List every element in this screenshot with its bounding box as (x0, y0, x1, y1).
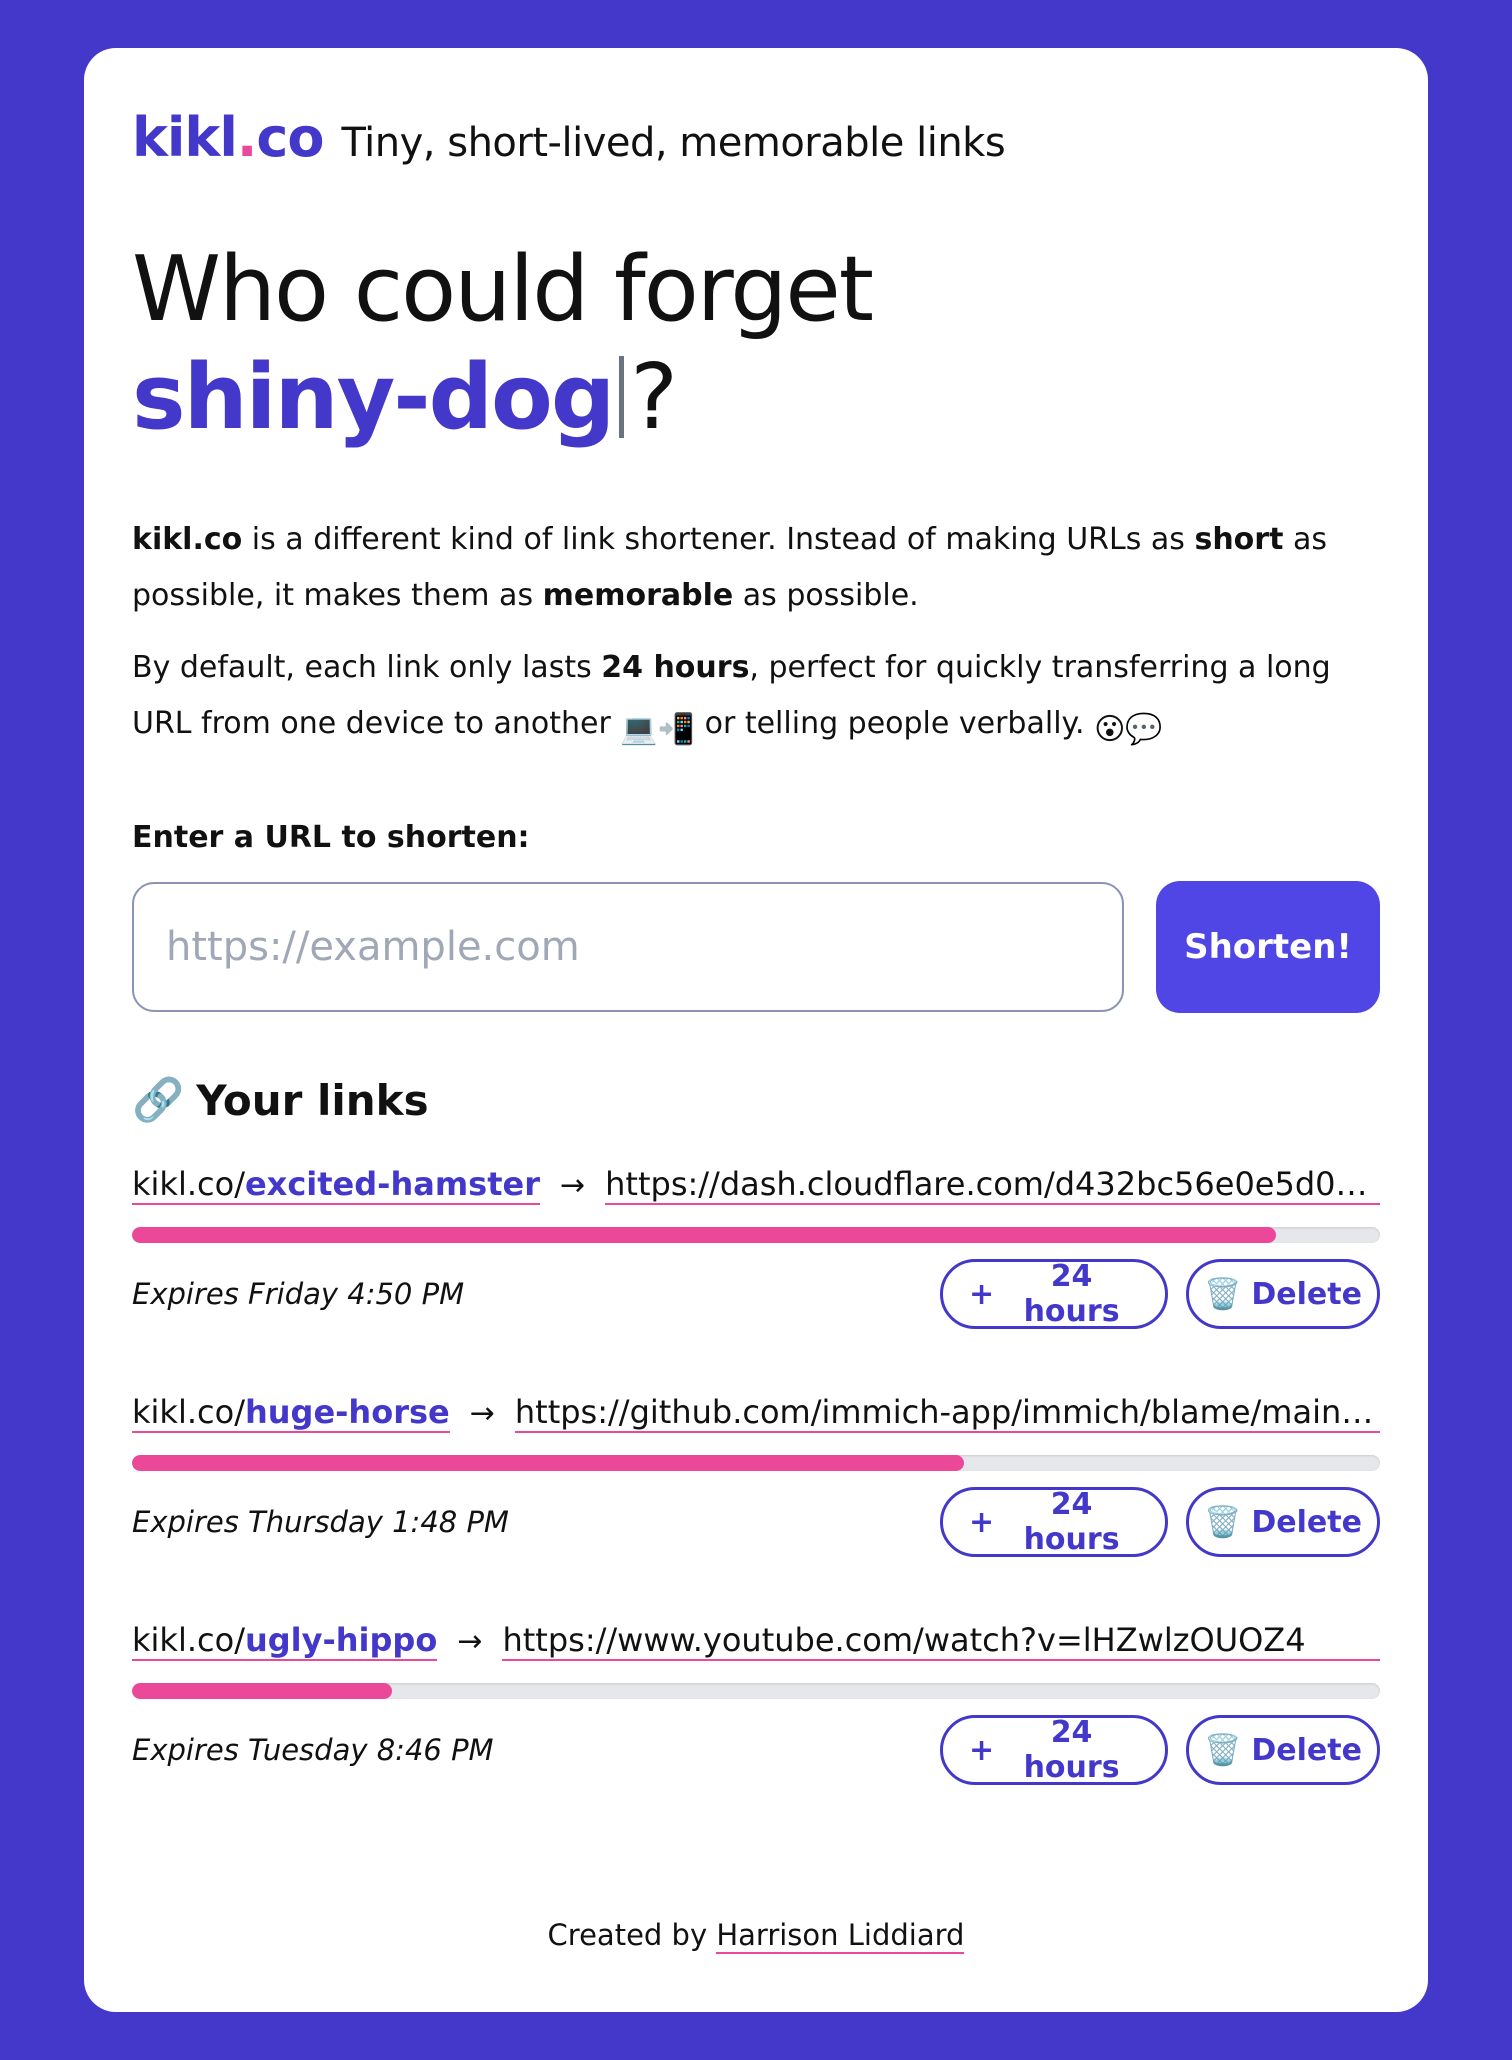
target-url-link[interactable]: https://dash.cloudflare.com/d432bc56e0e5… (605, 1165, 1380, 1205)
intro-text: kikl.co is a different kind of link shor… (132, 512, 1380, 758)
shorten-button[interactable]: Shorten! (1156, 881, 1380, 1013)
link-actions: +24 hours 🗑️ Delete (940, 1715, 1380, 1785)
link-item: kikl.co/ugly-hippo → https://www.youtube… (132, 1621, 1380, 1785)
delete-button[interactable]: 🗑️ Delete (1186, 1715, 1380, 1785)
hero-line1: Who could forget (132, 237, 874, 342)
short-link[interactable]: kikl.co/huge-horse (132, 1393, 450, 1433)
main-card: kikl. co Tiny, short-lived, memorable lin… (84, 48, 1428, 2012)
brand-header: kikl. co Tiny, short-lived, memorable lin… (132, 106, 1380, 178)
intro2-text-d: or telling people verbally. (695, 706, 1095, 741)
plus-icon: + (969, 1504, 995, 1540)
intro-bold-short: short (1194, 522, 1284, 557)
intro-brand: kikl.co (132, 522, 243, 557)
link-actions: +24 hours 🗑️ Delete (940, 1487, 1380, 1557)
trash-icon: 🗑️ (1204, 1732, 1242, 1768)
url-input-label: Enter a URL to shorten: (132, 820, 530, 855)
extend-label: 24 hours (1023, 1259, 1120, 1329)
link-line: kikl.co/excited-hamster → https://dash.c… (132, 1165, 1380, 1205)
expiry-progress-bar (132, 1227, 1380, 1243)
short-link-slug: ugly-hippo (244, 1621, 438, 1659)
tagline: Tiny, short-lived, memorable links (341, 120, 1006, 166)
logo[interactable]: kikl. co (132, 106, 324, 169)
short-link[interactable]: kikl.co/ugly-hippo (132, 1621, 438, 1661)
extend-24-hours-button[interactable]: +24 hours (940, 1715, 1168, 1785)
expiry-progress-bar (132, 1683, 1380, 1699)
link-item: kikl.co/excited-hamster → https://dash.c… (132, 1165, 1380, 1329)
delete-label: Delete (1251, 1504, 1362, 1540)
right-arrow-icon: → (457, 1623, 483, 1659)
extend-24-hours-button[interactable]: +24 hours (940, 1487, 1168, 1557)
delete-label: Delete (1251, 1276, 1362, 1312)
logo-dot: . (236, 106, 257, 169)
footer: Created by Harrison Liddiard (84, 1918, 1428, 1954)
laptop-phone-emoji-icon: 💻📲 (620, 712, 696, 747)
link-line: kikl.co/ugly-hippo → https://www.youtube… (132, 1621, 1380, 1661)
short-link-slug: huge-horse (244, 1393, 450, 1431)
your-links-heading: 🔗 Your links (132, 1075, 1380, 1125)
link-item: kikl.co/huge-horse → https://github.com/… (132, 1393, 1380, 1557)
plus-icon: + (969, 1732, 995, 1768)
author-link[interactable]: Harrison Liddiard (716, 1918, 965, 1954)
intro-paragraph-1: kikl.co is a different kind of link shor… (132, 512, 1380, 624)
right-arrow-icon: → (559, 1167, 586, 1203)
link-line: kikl.co/huge-horse → https://github.com/… (132, 1393, 1380, 1433)
right-arrow-icon: → (469, 1395, 495, 1431)
trash-icon: 🗑️ (1204, 1276, 1242, 1312)
short-link-slug: excited-hamster (244, 1165, 540, 1203)
your-links-title: Your links (196, 1075, 429, 1125)
intro-bold-memorable: memorable (542, 578, 734, 613)
extend-label: 24 hours (1023, 1487, 1120, 1557)
intro-paragraph-2: By default, each link only lasts 24 hour… (132, 640, 1380, 758)
expires-text: Expires Thursday 1:48 PM (132, 1505, 509, 1539)
expires-text: Expires Tuesday 8:46 PM (132, 1733, 494, 1767)
short-link-prefix: kikl.co/ (132, 1165, 245, 1203)
short-link-prefix: kikl.co/ (132, 1621, 245, 1659)
expiry-progress-fill (132, 1683, 392, 1699)
trash-icon: 🗑️ (1204, 1504, 1242, 1540)
expiry-progress-bar (132, 1455, 1380, 1471)
target-url-link[interactable]: https://www.youtube.com/watch?v=lHZwlzOU… (502, 1621, 1380, 1661)
hero-word: shiny-dog (132, 345, 615, 450)
intro-text-a: is a different kind of link shortener. I… (242, 522, 1195, 557)
hero-heading: Who could forget shiny-dog? (132, 236, 1380, 452)
hero-line2: shiny-dog? (132, 344, 1380, 452)
footer-prefix: Created by (547, 1918, 717, 1952)
link-meta: Expires Thursday 1:48 PM +24 hours 🗑️ Del… (132, 1487, 1380, 1557)
intro-bold-24-hours: 24 hours (601, 650, 750, 685)
extend-24-hours-button[interactable]: +24 hours (940, 1259, 1168, 1329)
link-actions: +24 hours 🗑️ Delete (940, 1259, 1380, 1329)
delete-button[interactable]: 🗑️ Delete (1186, 1487, 1380, 1557)
plus-icon: + (969, 1276, 995, 1312)
hero-suffix: ? (630, 345, 678, 450)
surprised-speech-emoji-icon: 😮💬 (1094, 712, 1163, 747)
intro-text-d: as possible. (733, 578, 919, 613)
expiry-progress-fill (132, 1455, 965, 1471)
link-meta: Expires Friday 4:50 PM +24 hours 🗑️ Delet… (132, 1259, 1380, 1329)
short-link-prefix: kikl.co/ (132, 1393, 245, 1431)
link-meta: Expires Tuesday 8:46 PM +24 hours 🗑️ Dele… (132, 1715, 1380, 1785)
expires-text: Expires Friday 4:50 PM (132, 1277, 465, 1311)
delete-button[interactable]: 🗑️ Delete (1186, 1259, 1380, 1329)
extend-label: 24 hours (1023, 1715, 1120, 1785)
url-input[interactable] (132, 882, 1124, 1012)
delete-label: Delete (1251, 1732, 1362, 1768)
expiry-progress-fill (132, 1227, 1277, 1243)
link-chain-icon: 🔗 (132, 1075, 185, 1124)
logo-main: kikl (132, 106, 238, 169)
links-list: kikl.co/excited-hamster → https://dash.c… (132, 1165, 1380, 1785)
typing-cursor (619, 356, 625, 438)
short-link[interactable]: kikl.co/excited-hamster (132, 1165, 540, 1205)
shorten-form: Shorten! (132, 881, 1380, 1013)
intro2-text-a: By default, each link only lasts (132, 650, 602, 685)
logo-tld: co (256, 106, 324, 169)
target-url-link[interactable]: https://github.com/immich-app/immich/bla… (514, 1393, 1380, 1433)
